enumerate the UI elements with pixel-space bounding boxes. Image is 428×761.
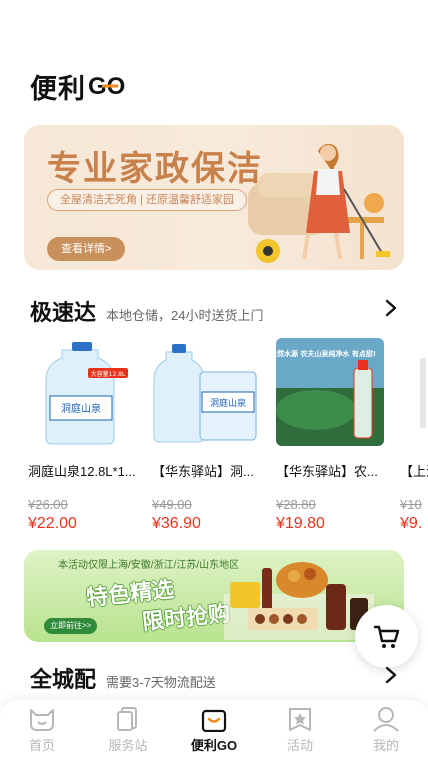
product-card[interactable]: 洞庭山泉 【华东驿站】洞... ¥49.00 ¥36.90 bbox=[152, 338, 264, 528]
express-title: 极速达 bbox=[30, 300, 97, 325]
tab-label: 我的 bbox=[372, 738, 399, 753]
go-logo-icon: GO bbox=[88, 73, 125, 100]
product-name: 洞庭山泉12.8L*1... bbox=[28, 464, 136, 479]
product-card[interactable]: 来自天然水源 农夫山泉纯净水 有点甜! 【华东驿站】农... ¥28.80 ¥1… bbox=[255, 338, 388, 528]
tab-label: 服务站 bbox=[108, 738, 148, 753]
tab-service-station[interactable]: 服务站 bbox=[96, 706, 160, 754]
promo-region-note: 本活动仅限上海/安徽/浙江/江苏/山东地区 bbox=[58, 560, 240, 571]
home-cat-icon bbox=[30, 709, 54, 731]
bottom-tab-bar: 首页 服务站 便利GO 活动 我的 bbox=[0, 700, 428, 761]
product-price: ¥22.00 bbox=[28, 515, 77, 528]
tab-label: 活动 bbox=[286, 738, 313, 753]
product-name: 【华东驿站】农... bbox=[276, 464, 378, 479]
citywide-title: 全城配 bbox=[30, 667, 97, 692]
product-badge: 大容量12.8L bbox=[91, 370, 126, 378]
product-price: ¥9. bbox=[400, 515, 423, 528]
product-original-price: ¥10 bbox=[400, 497, 422, 512]
banner-title: 专业家政保洁 bbox=[47, 150, 263, 188]
cleaning-lady-illustration bbox=[248, 143, 390, 263]
express-product-list[interactable]: 洞庭山泉 大容量12.8L 洞庭山泉12.8L*1... ¥26.00 ¥22.… bbox=[28, 338, 428, 528]
promo-go-button[interactable]: 立即前往>> bbox=[44, 618, 98, 634]
product-brand-label: 洞庭山泉 bbox=[61, 402, 101, 415]
express-subtitle: 本地仓储，24小时送货上门 bbox=[106, 308, 264, 323]
tab-home[interactable]: 首页 bbox=[10, 706, 74, 754]
product-card[interactable]: 【上海 ¥10 ¥9. bbox=[400, 338, 428, 528]
express-section-header[interactable]: 极速达 本地仓储，24小时送货上门 bbox=[30, 295, 404, 325]
product-card[interactable]: 洞庭山泉 大容量12.8L 洞庭山泉12.8L*1... ¥26.00 ¥22.… bbox=[28, 338, 140, 528]
shopping-cart-icon bbox=[373, 625, 399, 648]
chevron-right-icon[interactable] bbox=[384, 297, 398, 319]
product-price: ¥36.90 bbox=[152, 515, 201, 528]
product-original-price: ¥28.80 bbox=[276, 497, 316, 512]
chevron-right-icon[interactable] bbox=[384, 664, 398, 686]
tab-label: 便利GO bbox=[190, 738, 238, 753]
tab-mine[interactable]: 我的 bbox=[354, 706, 418, 754]
product-original-price: ¥26.00 bbox=[28, 497, 68, 512]
shopping-bag-icon bbox=[201, 709, 227, 732]
banner-details-button[interactable]: 查看详情> bbox=[47, 237, 126, 261]
product-name: 【上海 bbox=[400, 464, 428, 479]
product-brand-label: 洞庭山泉 bbox=[210, 397, 246, 409]
citywide-subtitle: 需要3-7天物流配送 bbox=[106, 675, 216, 690]
tab-activity[interactable]: 活动 bbox=[268, 706, 332, 754]
product-price: ¥19.80 bbox=[276, 515, 325, 528]
product-name: 【华东驿站】洞... bbox=[152, 464, 254, 479]
housekeeping-banner[interactable]: 专业家政保洁 全屋清洁无死角 | 还原温馨舒适家园 查看详情> bbox=[24, 125, 404, 270]
tab-label: 首页 bbox=[28, 738, 55, 753]
page-header: 便利 GO bbox=[30, 68, 136, 104]
profile-icon bbox=[373, 707, 399, 732]
food-products-illustration bbox=[224, 562, 374, 640]
star-badge-icon bbox=[289, 708, 311, 731]
product-image bbox=[400, 338, 428, 446]
flash-sale-banner[interactable]: 本活动仅限上海/安徽/浙江/江苏/山东地区 特色精选 限时抢购 立即前往>> bbox=[24, 550, 404, 642]
product-image: 洞庭山泉 bbox=[152, 338, 260, 446]
product-image: 来自天然水源 农夫山泉纯净水 有点甜! bbox=[255, 338, 384, 446]
product-image: 洞庭山泉 大容量12.8L bbox=[28, 338, 136, 446]
product-original-price: ¥49.00 bbox=[152, 497, 192, 512]
service-station-icon bbox=[117, 707, 137, 731]
tab-convenience-go[interactable]: 便利GO bbox=[182, 706, 246, 754]
citywide-section-header[interactable]: 全城配 需要3-7天物流配送 bbox=[30, 662, 404, 692]
product-brand-label: 来自天然水源 农夫山泉纯净水 有点甜! bbox=[276, 349, 376, 358]
floating-cart-button[interactable] bbox=[355, 605, 418, 668]
banner-subtitle: 全屋清洁无死角 | 还原温馨舒适家园 bbox=[47, 189, 247, 211]
page-title: 便利 bbox=[30, 73, 86, 104]
